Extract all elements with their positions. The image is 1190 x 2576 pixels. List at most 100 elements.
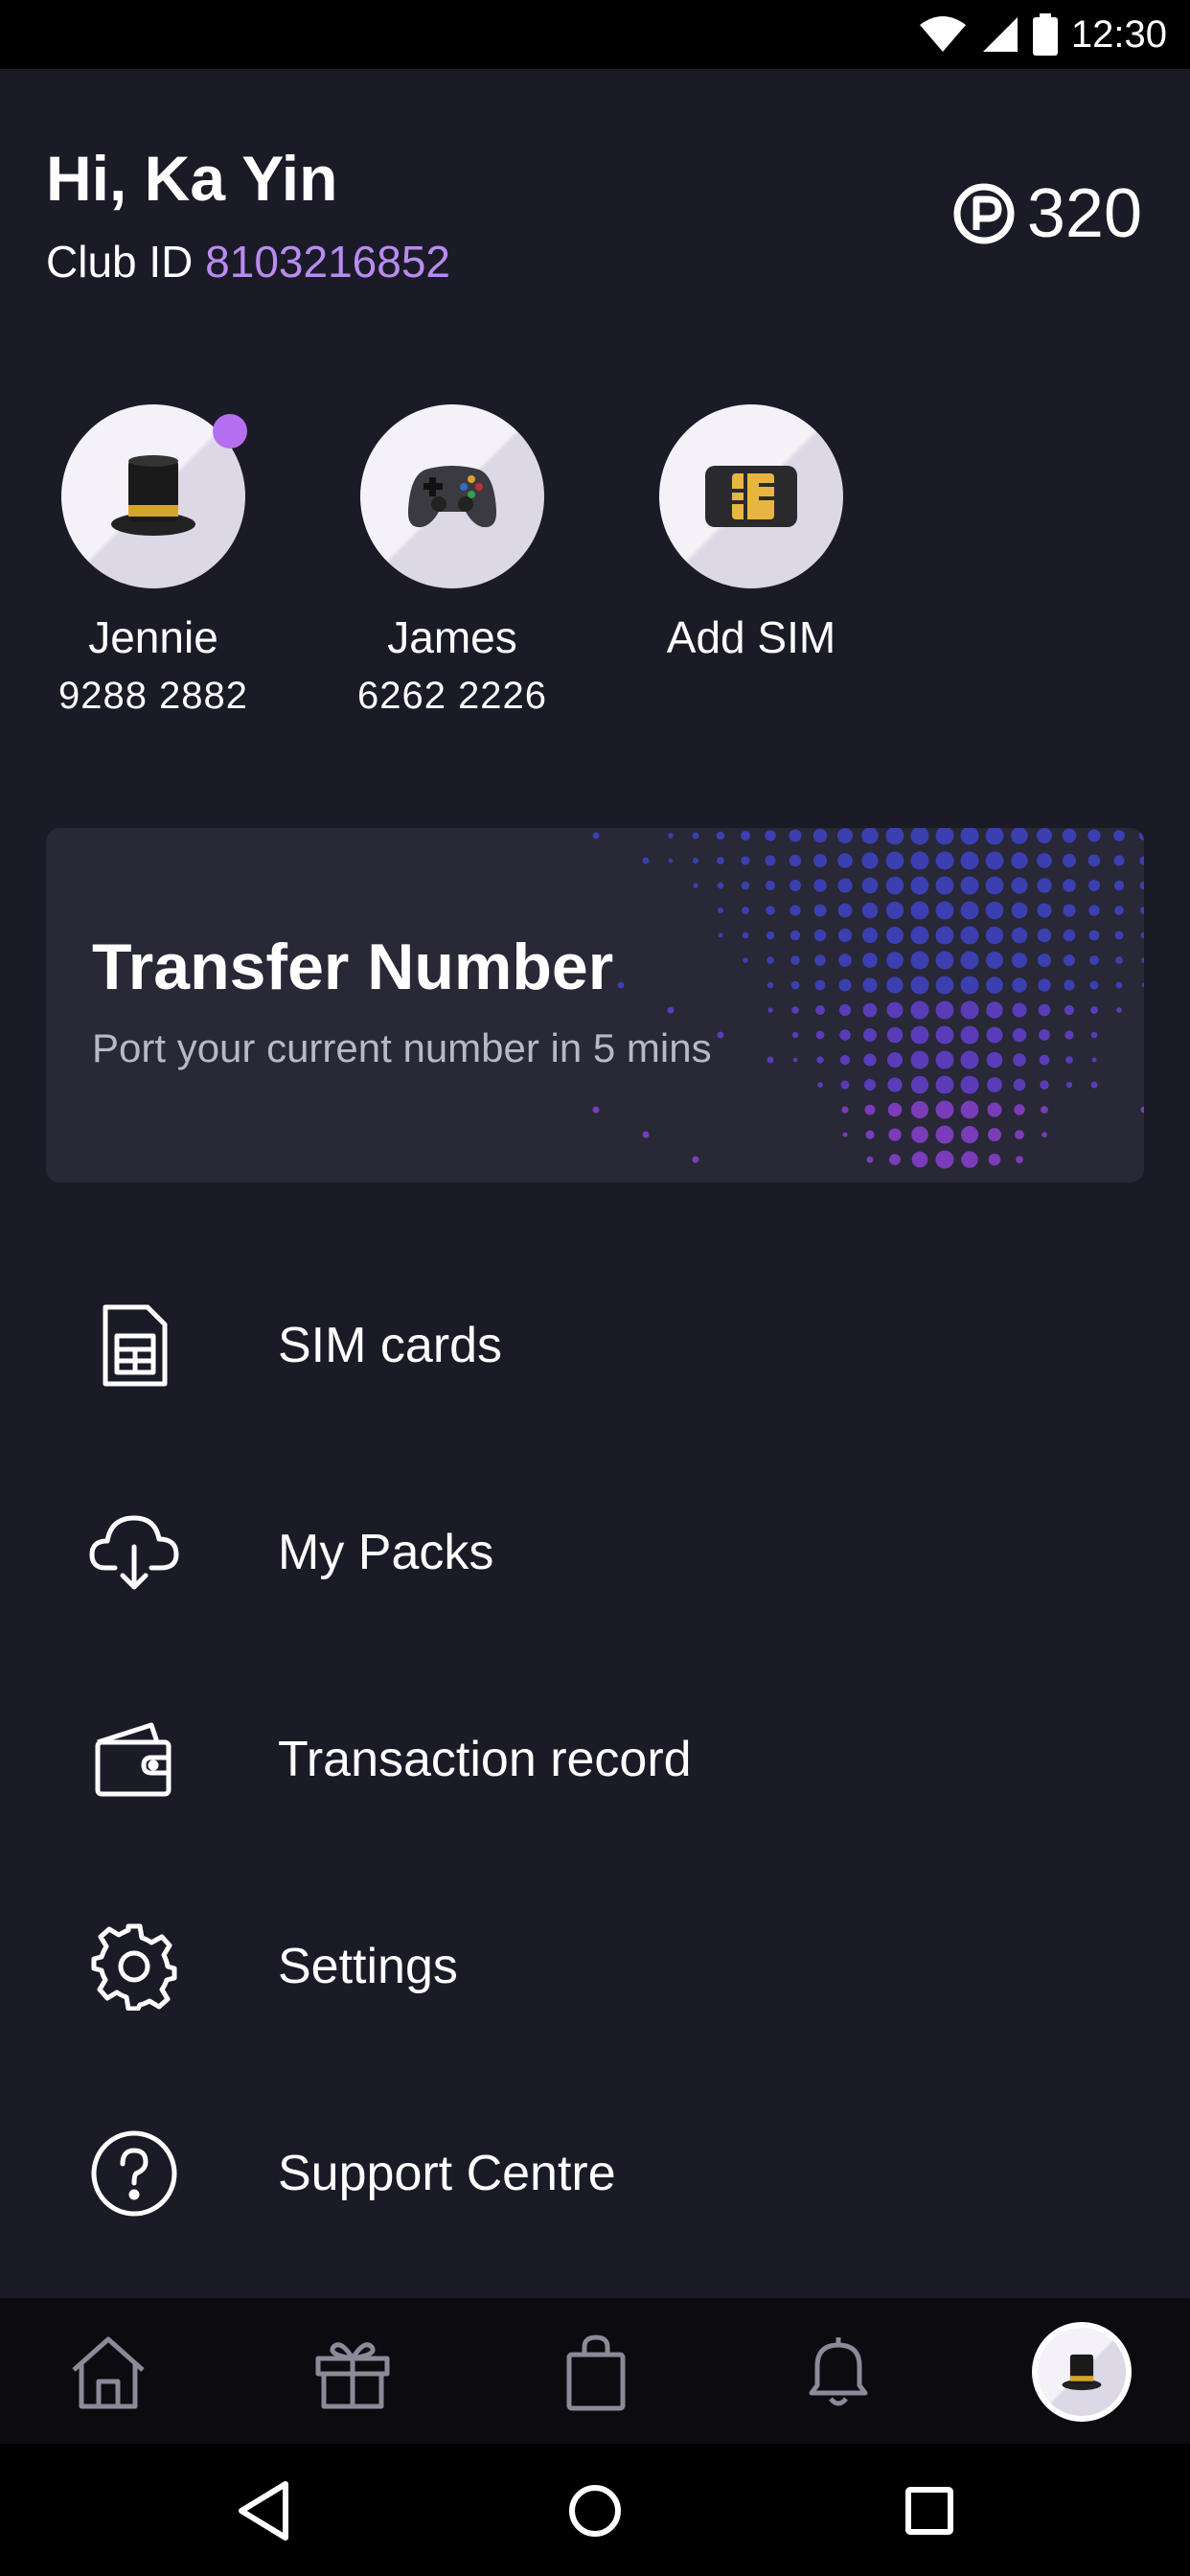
decor-dot xyxy=(862,1002,878,1018)
decor-dot xyxy=(1013,1078,1026,1092)
decor-dot xyxy=(960,828,979,845)
member-james[interactable]: James 6262 2226 xyxy=(328,404,577,718)
menu-item-transaction-record[interactable]: Transaction record xyxy=(0,1656,1190,1863)
battery-icon xyxy=(1032,13,1058,56)
decor-dot xyxy=(1011,952,1028,969)
decor-dot xyxy=(960,976,979,995)
nav-notifications[interactable] xyxy=(786,2319,891,2425)
decor-dot xyxy=(1011,902,1028,919)
decor-dot xyxy=(885,926,904,945)
decor-dot xyxy=(935,1025,954,1045)
decor-dot xyxy=(741,831,750,840)
decor-dot xyxy=(889,1154,901,1165)
decor-dot xyxy=(1040,1080,1049,1090)
menu-item-settings[interactable]: Settings xyxy=(0,1863,1190,2070)
decor-dot xyxy=(668,833,674,839)
nav-home[interactable] xyxy=(56,2319,161,2425)
decor-dot xyxy=(886,977,904,994)
decor-dot xyxy=(617,981,625,989)
decor-dot xyxy=(1139,881,1144,890)
decor-dot xyxy=(935,1150,954,1169)
transfer-subtitle: Port your current number in 5 mins xyxy=(92,1025,712,1070)
sim-card-icon xyxy=(705,466,797,527)
decor-dot xyxy=(716,831,725,840)
decor-dot xyxy=(817,1082,823,1088)
nav-shop[interactable] xyxy=(543,2319,649,2425)
decor-dot xyxy=(693,883,698,888)
menu-item-sim-cards[interactable]: SIM cards xyxy=(0,1242,1190,1449)
add-sim-button[interactable]: Add SIM xyxy=(627,404,876,663)
member-jennie[interactable]: Jennie 9288 2882 xyxy=(29,404,278,718)
decor-dot xyxy=(1038,1003,1051,1017)
decor-dot xyxy=(910,876,929,895)
avatar xyxy=(659,404,843,588)
decor-dot xyxy=(986,1026,1003,1044)
decor-dot xyxy=(960,1125,979,1144)
transfer-number-card[interactable]: Transfer Number Port your current number… xyxy=(46,828,1144,1183)
menu-item-my-packs[interactable]: My Packs xyxy=(0,1449,1190,1656)
menu-item-support-centre[interactable]: Support Centre xyxy=(0,2070,1190,2277)
decor-dot xyxy=(861,902,879,919)
decor-dot xyxy=(935,1050,954,1070)
decor-dot xyxy=(862,953,878,968)
home-button[interactable] xyxy=(557,2472,633,2549)
member-name: James xyxy=(387,612,517,662)
decor-dot xyxy=(987,1077,1002,1092)
decor-dot xyxy=(642,1131,650,1138)
decor-dot xyxy=(839,1029,851,1041)
system-nav-bar xyxy=(0,2444,1190,2576)
decor-dot xyxy=(840,1080,850,1090)
decor-dot xyxy=(935,951,954,970)
decor-dot xyxy=(935,1075,954,1094)
decor-dot xyxy=(1113,855,1125,866)
home-circle-icon xyxy=(569,2485,621,2537)
decor-dot xyxy=(1113,830,1125,841)
decor-dot xyxy=(910,926,929,945)
decor-dot xyxy=(1063,904,1076,917)
decor-dot xyxy=(861,927,879,944)
decor-dot xyxy=(668,858,674,863)
decor-dot xyxy=(790,980,800,990)
points-icon xyxy=(953,183,1015,244)
decor-dot xyxy=(642,857,650,864)
decor-dot xyxy=(813,929,827,942)
decor-dot xyxy=(1114,906,1124,915)
decor-dot xyxy=(1039,1029,1050,1041)
decor-dot xyxy=(1116,1007,1122,1013)
decor-dot xyxy=(767,981,774,989)
club-id-value: 8103216852 xyxy=(205,237,451,287)
points-balance[interactable]: 320 xyxy=(952,174,1142,253)
gear-icon xyxy=(86,1919,182,2014)
decor-dot xyxy=(1011,877,1028,894)
nav-profile[interactable] xyxy=(1029,2319,1134,2425)
decor-dot xyxy=(1062,853,1077,868)
signal-icon xyxy=(982,17,1018,52)
decor-dot xyxy=(1037,928,1052,943)
recents-button[interactable] xyxy=(891,2472,968,2549)
decor-dot xyxy=(985,901,1004,920)
decor-dot xyxy=(1064,1004,1075,1016)
decor-dot xyxy=(718,908,723,913)
decor-dot xyxy=(1089,955,1099,965)
decor-dot xyxy=(885,901,904,920)
decor-dot xyxy=(1087,829,1101,842)
decor-dot xyxy=(910,1025,929,1045)
back-button[interactable] xyxy=(226,2472,303,2549)
member-name: Add SIM xyxy=(666,612,836,662)
decor-dot xyxy=(886,952,904,969)
decor-dot xyxy=(866,1156,874,1163)
decor-dot xyxy=(839,1054,851,1066)
decor-dot xyxy=(815,1030,825,1040)
decor-dot xyxy=(743,957,748,963)
decor-dot xyxy=(1087,879,1101,892)
decor-dot xyxy=(837,903,853,918)
decor-dot xyxy=(792,1057,798,1063)
decor-dot xyxy=(1114,931,1124,940)
top-hat-icon xyxy=(111,455,195,536)
decor-dot xyxy=(815,1005,825,1015)
decor-dot xyxy=(863,1028,877,1042)
notification-dot xyxy=(213,414,247,448)
decor-dot xyxy=(988,1153,1001,1166)
member-phone: 6262 2226 xyxy=(356,675,548,717)
nav-rewards[interactable] xyxy=(300,2319,405,2425)
